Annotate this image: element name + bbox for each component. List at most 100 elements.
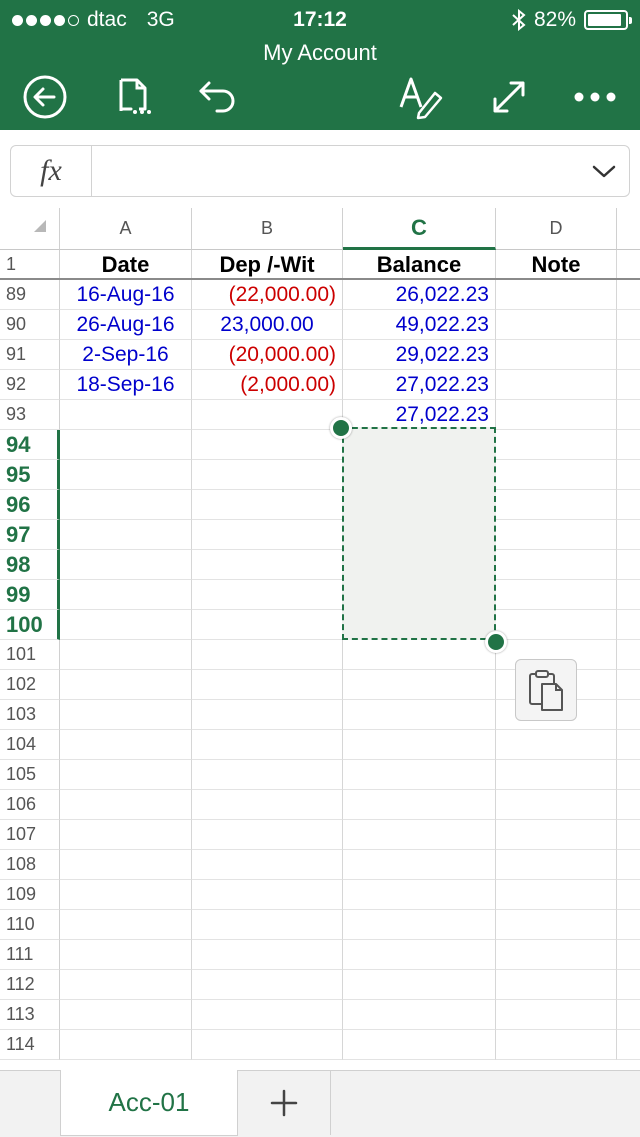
date-cell[interactable]: 18-Sep-16 bbox=[60, 370, 192, 400]
note-cell[interactable] bbox=[496, 730, 617, 760]
cell[interactable] bbox=[617, 370, 640, 400]
cell[interactable] bbox=[617, 460, 640, 490]
cell[interactable] bbox=[617, 880, 640, 910]
cell[interactable] bbox=[617, 340, 640, 370]
balance-cell[interactable] bbox=[343, 850, 496, 880]
note-cell[interactable] bbox=[496, 880, 617, 910]
note-cell[interactable] bbox=[496, 490, 617, 520]
amount-cell[interactable] bbox=[192, 760, 343, 790]
header-cell-balance[interactable]: Balance bbox=[343, 250, 496, 280]
amount-cell[interactable] bbox=[192, 970, 343, 1000]
date-cell[interactable] bbox=[60, 670, 192, 700]
back-button[interactable] bbox=[20, 72, 70, 122]
amount-cell[interactable] bbox=[192, 520, 343, 550]
cell[interactable] bbox=[617, 490, 640, 520]
cell[interactable] bbox=[617, 430, 640, 460]
file-button[interactable] bbox=[108, 72, 158, 122]
column-header-a[interactable]: A bbox=[60, 208, 192, 250]
column-header-b[interactable]: B bbox=[192, 208, 343, 250]
row-number[interactable]: 99 bbox=[0, 580, 60, 610]
amount-cell[interactable] bbox=[192, 400, 343, 430]
note-cell[interactable] bbox=[496, 430, 617, 460]
amount-cell[interactable] bbox=[192, 580, 343, 610]
amount-cell[interactable]: (22,000.00) bbox=[192, 280, 343, 310]
row-number[interactable]: 103 bbox=[0, 700, 60, 730]
balance-cell[interactable] bbox=[343, 1030, 496, 1060]
note-cell[interactable] bbox=[496, 940, 617, 970]
date-cell[interactable] bbox=[60, 550, 192, 580]
row-number[interactable]: 91 bbox=[0, 340, 60, 370]
row-number[interactable]: 102 bbox=[0, 670, 60, 700]
selected-range[interactable] bbox=[342, 427, 496, 640]
amount-cell[interactable] bbox=[192, 640, 343, 670]
column-header-d[interactable]: D bbox=[496, 208, 617, 250]
balance-cell[interactable] bbox=[343, 670, 496, 700]
header-cell-note[interactable]: Note bbox=[496, 250, 617, 280]
cell[interactable] bbox=[617, 520, 640, 550]
amount-cell[interactable]: 23,000.00 bbox=[192, 310, 343, 340]
note-cell[interactable] bbox=[496, 370, 617, 400]
cell[interactable] bbox=[617, 1000, 640, 1030]
note-cell[interactable] bbox=[496, 520, 617, 550]
balance-cell[interactable]: 27,022.23 bbox=[343, 400, 496, 430]
date-cell[interactable]: 26-Aug-16 bbox=[60, 310, 192, 340]
date-cell[interactable] bbox=[60, 430, 192, 460]
amount-cell[interactable] bbox=[192, 700, 343, 730]
paste-button[interactable] bbox=[515, 659, 577, 721]
edit-text-button[interactable] bbox=[396, 72, 446, 122]
header-cell-amount[interactable]: Dep /-Wit bbox=[192, 250, 343, 280]
date-cell[interactable] bbox=[60, 1030, 192, 1060]
note-cell[interactable] bbox=[496, 1030, 617, 1060]
chevron-down-icon[interactable] bbox=[591, 158, 617, 184]
more-button[interactable] bbox=[570, 72, 620, 122]
row-number[interactable]: 111 bbox=[0, 940, 60, 970]
amount-cell[interactable] bbox=[192, 1030, 343, 1060]
amount-cell[interactable] bbox=[192, 460, 343, 490]
select-all-corner[interactable] bbox=[0, 208, 60, 250]
cell[interactable] bbox=[617, 970, 640, 1000]
balance-cell[interactable]: 27,022.23 bbox=[343, 370, 496, 400]
date-cell[interactable] bbox=[60, 940, 192, 970]
note-cell[interactable] bbox=[496, 790, 617, 820]
undo-button[interactable] bbox=[192, 72, 242, 122]
amount-cell[interactable] bbox=[192, 1000, 343, 1030]
date-cell[interactable] bbox=[60, 400, 192, 430]
balance-cell[interactable] bbox=[343, 970, 496, 1000]
note-cell[interactable] bbox=[496, 850, 617, 880]
date-cell[interactable] bbox=[60, 880, 192, 910]
selection-end-handle[interactable] bbox=[485, 631, 507, 653]
cell[interactable] bbox=[617, 940, 640, 970]
spreadsheet-grid[interactable]: A B C D 1 Date Dep /-Wit Balance Note 89… bbox=[0, 208, 640, 1070]
row-number[interactable]: 98 bbox=[0, 550, 60, 580]
row-number[interactable]: 114 bbox=[0, 1030, 60, 1060]
note-cell[interactable] bbox=[496, 1000, 617, 1030]
row-number[interactable]: 96 bbox=[0, 490, 60, 520]
add-sheet-button[interactable] bbox=[238, 1071, 331, 1135]
date-cell[interactable] bbox=[60, 910, 192, 940]
cell[interactable] bbox=[617, 700, 640, 730]
amount-cell[interactable] bbox=[192, 880, 343, 910]
note-cell[interactable] bbox=[496, 310, 617, 340]
amount-cell[interactable] bbox=[192, 790, 343, 820]
cell[interactable] bbox=[617, 730, 640, 760]
date-cell[interactable] bbox=[60, 1000, 192, 1030]
row-number[interactable]: 100 bbox=[0, 610, 60, 640]
cell[interactable] bbox=[617, 820, 640, 850]
balance-cell[interactable]: 29,022.23 bbox=[343, 340, 496, 370]
amount-cell[interactable] bbox=[192, 850, 343, 880]
balance-cell[interactable] bbox=[343, 1000, 496, 1030]
row-number[interactable]: 108 bbox=[0, 850, 60, 880]
cell[interactable] bbox=[617, 310, 640, 340]
date-cell[interactable] bbox=[60, 580, 192, 610]
row-number[interactable]: 92 bbox=[0, 370, 60, 400]
balance-cell[interactable] bbox=[343, 880, 496, 910]
note-cell[interactable] bbox=[496, 580, 617, 610]
balance-cell[interactable] bbox=[343, 820, 496, 850]
balance-cell[interactable] bbox=[343, 730, 496, 760]
balance-cell[interactable] bbox=[343, 640, 496, 670]
note-cell[interactable] bbox=[496, 460, 617, 490]
row-number[interactable]: 101 bbox=[0, 640, 60, 670]
amount-cell[interactable]: (20,000.00) bbox=[192, 340, 343, 370]
cell[interactable] bbox=[617, 910, 640, 940]
cell[interactable] bbox=[617, 790, 640, 820]
